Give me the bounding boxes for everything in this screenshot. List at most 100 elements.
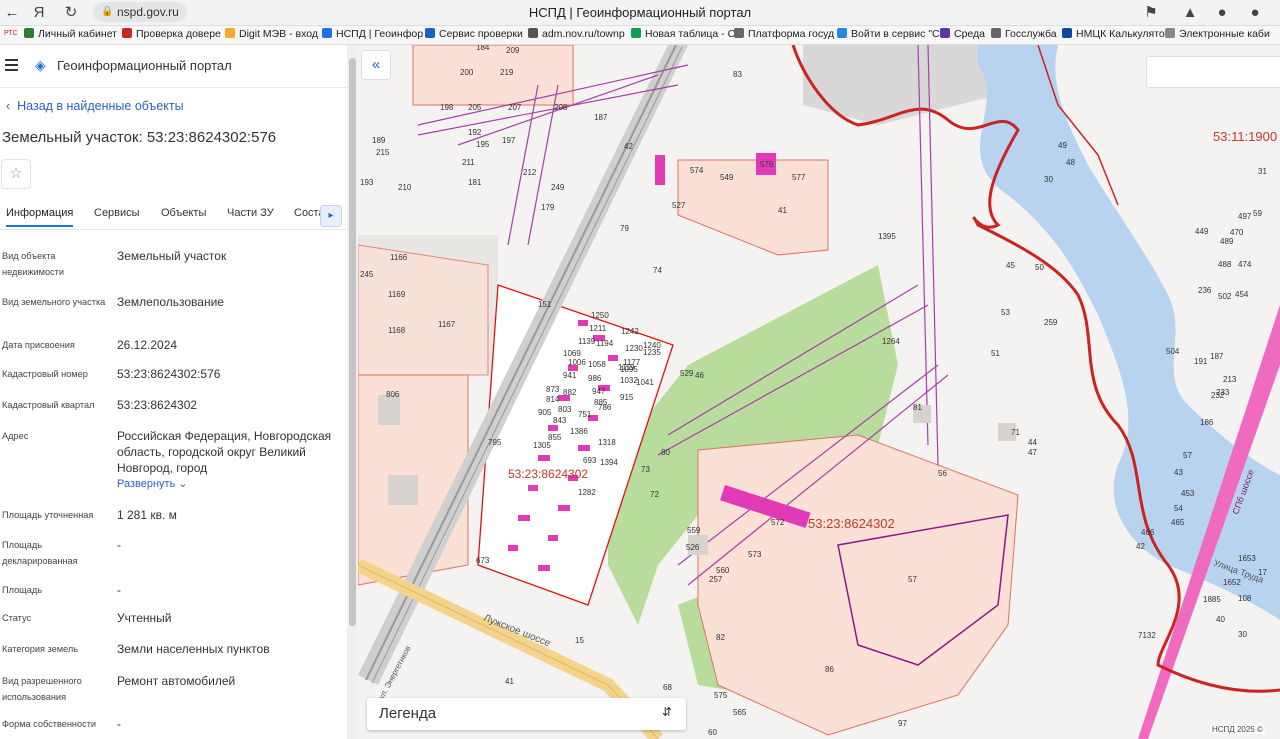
- field-label: Дата присвоения: [2, 340, 75, 350]
- parcel-number-label: 83: [733, 70, 742, 79]
- bookmark-item[interactable]: Digit МЭВ - вход: [225, 28, 318, 40]
- bookmark-item[interactable]: Среда: [940, 28, 985, 40]
- parcel-number-label: 577: [792, 173, 806, 182]
- bookmark-item[interactable]: adm.nov.ru/townp: [528, 28, 625, 40]
- parcel-number-label: 673: [476, 556, 490, 565]
- parcel-number-label: 693: [583, 456, 597, 465]
- parcel-number-label: 41: [505, 677, 514, 686]
- parcel-number-label: 211: [462, 158, 475, 167]
- bookmarks-bar: РТС Личный кабинет Проверка довере Digit…: [0, 26, 1280, 45]
- tab-parts[interactable]: Части ЗУ: [227, 207, 274, 219]
- parcel-number-label: 53: [1001, 308, 1010, 317]
- field-label: Статус: [2, 613, 32, 623]
- tab-services[interactable]: Сервисы: [94, 207, 140, 219]
- parcel-number-label: 806: [386, 390, 400, 399]
- parcel-number-label: 1318: [598, 438, 616, 447]
- favorite-star-icon[interactable]: ☆: [1, 159, 31, 189]
- parcel-number-label: 184: [476, 45, 490, 52]
- parcel-number-label: 1095: [620, 365, 638, 374]
- back-to-results-link[interactable]: ‹ Назад в найденные объекты: [6, 99, 184, 113]
- tab-bar: Информация Сервисы Объекты Части ЗУ Сост…: [0, 205, 347, 230]
- parcel-number-label: 59: [1253, 209, 1262, 218]
- parcel-number-label: 151: [538, 300, 552, 309]
- parcel-number-label: 81: [913, 403, 922, 412]
- parcel-number-label: 529: [680, 369, 694, 378]
- map-search-input[interactable]: [1146, 56, 1280, 88]
- field-value: 26.12.2024: [117, 338, 178, 352]
- bookmark-item[interactable]: Новая таблица - С: [631, 28, 735, 40]
- field-value: Учтенный: [117, 611, 172, 625]
- bookmark-item[interactable]: Проверка довере: [122, 28, 221, 40]
- chevron-left-icon: ‹: [6, 99, 11, 113]
- tab-objects[interactable]: Объекты: [161, 207, 206, 219]
- collapse-panel-button[interactable]: «: [361, 50, 391, 80]
- parcel-number-label: 46: [695, 371, 704, 380]
- parcel-number-label: 1652: [1223, 578, 1241, 587]
- parcel-number-label: 189: [372, 136, 386, 145]
- menu-icon[interactable]: [5, 59, 18, 71]
- tab-info[interactable]: Информация: [6, 207, 74, 227]
- bookmark-item[interactable]: НСПД | Геоинфор: [322, 28, 423, 40]
- field-label: Вид разрешенного использования: [2, 676, 82, 702]
- window-title: НСПД | Геоинформационный портал: [528, 5, 752, 20]
- bookmark-icon[interactable]: ⚑: [1141, 3, 1161, 23]
- bookmark-item[interactable]: Сервис проверки: [425, 28, 523, 40]
- tabs-scroll-right-icon[interactable]: ▸: [320, 205, 342, 227]
- parcel-number-label: 573: [748, 550, 762, 559]
- parcel-number-label: 7132: [1138, 631, 1156, 640]
- parcel-number-label: 1885: [1203, 595, 1221, 604]
- field-label: Площадь уточненная: [2, 510, 94, 520]
- parcel-number-label: 947: [592, 387, 606, 396]
- field-label: Категория земель: [2, 644, 78, 654]
- parcel-number-label: 915: [620, 393, 634, 402]
- app-title: Геоинформационный портал: [57, 58, 232, 73]
- bookmark-item[interactable]: Электронные каби: [1165, 28, 1270, 40]
- panel-scroll-thumb[interactable]: [349, 58, 356, 626]
- parcel-number-label: 56: [938, 469, 947, 478]
- downloads-icon[interactable]: ▲: [1180, 3, 1200, 23]
- bookmark-item[interactable]: Личный кабинет: [24, 28, 117, 40]
- parcel-number-label: 803: [558, 405, 572, 414]
- bookmark-favicon-icon: [837, 28, 847, 38]
- parcel-number-label: 73: [641, 465, 650, 474]
- parcel-number-label: 1032: [620, 376, 638, 385]
- parcel-number-label: 502: [1218, 292, 1232, 301]
- parcel-number-label: 30: [1044, 175, 1053, 184]
- bookmark-item[interactable]: Госслужба: [991, 28, 1057, 40]
- legend-label: Легенда: [379, 705, 437, 722]
- parcel-number-label: 82: [716, 633, 725, 642]
- field-value: Ремонт автомобилей: [117, 674, 236, 688]
- parcel-number-label: 249: [551, 183, 565, 192]
- bookmark-item[interactable]: НМЦК Калькулято: [1062, 28, 1165, 40]
- parcel-number-label: 31: [1258, 167, 1267, 176]
- parcel-number-label: 466: [1141, 528, 1155, 537]
- profile-icon[interactable]: ●: [1245, 3, 1265, 23]
- parcel-number-label: 48: [1066, 158, 1075, 167]
- parcel-number-label: 208: [554, 103, 568, 112]
- bookmark-item[interactable]: Войти в сервис "С: [837, 28, 940, 40]
- parcel-number-label: 1194: [596, 339, 614, 348]
- bookmark-item[interactable]: Платформа госуд: [734, 28, 834, 40]
- parcel-number-label: 86: [825, 665, 834, 674]
- parcel-number-label: 179: [541, 203, 555, 212]
- parcel-number-label: 1395: [878, 232, 896, 241]
- parcel-number-label: 79: [620, 224, 629, 233]
- bookmark-favicon-icon: [528, 28, 538, 38]
- expand-address-link[interactable]: Развернуть ⌄: [117, 476, 339, 492]
- extension-icon[interactable]: ●: [1212, 3, 1232, 23]
- parcel-number-label: 488: [1218, 260, 1232, 269]
- field-value: -: [117, 538, 121, 552]
- parcel-number-label: 60: [708, 728, 717, 737]
- bookmark-rts[interactable]: РТС: [4, 30, 18, 37]
- parcel-number-label: 74: [653, 266, 662, 275]
- parcel-number-label: 470: [1230, 228, 1244, 237]
- bookmark-favicon-icon: [631, 28, 641, 38]
- parcel-number-label: 236: [1198, 286, 1212, 295]
- parcel-number-label: 192: [468, 128, 482, 137]
- map-canvas[interactable]: 184 209 200 219 198 205 207 208 187 192 195 197 189 2…: [358, 45, 1280, 739]
- parcel-number-label: 1305: [533, 441, 551, 450]
- parcel-number-label: 210: [398, 183, 412, 192]
- legend-dropdown[interactable]: Легенда ⇵: [367, 698, 686, 730]
- parcel-number-label: 54: [1174, 504, 1183, 513]
- cadastral-map[interactable]: 184 209 200 219 198 205 207 208 187 192 195 197 189 2…: [358, 45, 1280, 739]
